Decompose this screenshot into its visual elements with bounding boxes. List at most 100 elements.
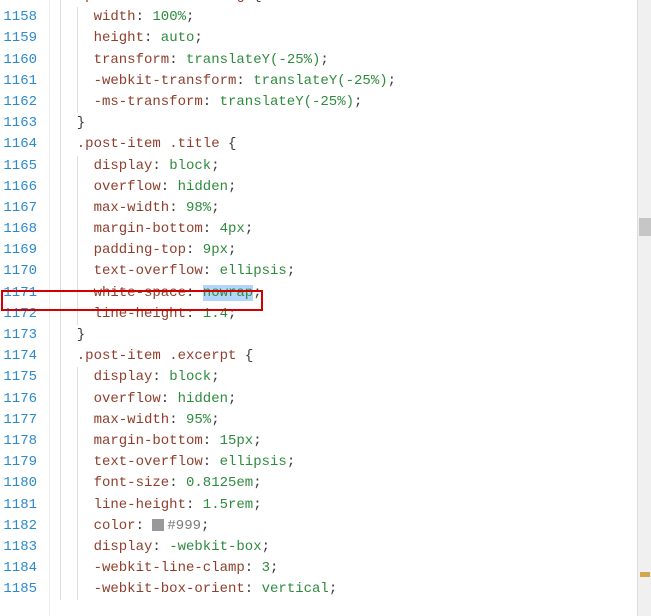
code-area[interactable]: .post-item .thum img {width: 100%;height… <box>50 0 651 616</box>
code-line[interactable]: transform: translateY(-25%); <box>60 50 651 71</box>
code-line[interactable]: text-overflow: ellipsis; <box>60 452 651 473</box>
token: hidden <box>178 179 228 195</box>
line-number: 1163 <box>0 113 37 134</box>
token: 100% <box>152 9 186 25</box>
token: max-width <box>94 412 170 428</box>
token: : <box>152 539 169 555</box>
code-line[interactable]: height: auto; <box>60 28 651 49</box>
code-line[interactable]: overflow: hidden; <box>60 177 651 198</box>
token: ; <box>228 179 236 195</box>
code-line[interactable]: display: -webkit-box; <box>60 537 651 558</box>
token: ; <box>262 539 270 555</box>
vertical-scrollbar[interactable] <box>637 0 651 616</box>
token: } <box>77 115 85 131</box>
code-line[interactable]: font-size: 0.8125em; <box>60 473 651 494</box>
token: overflow <box>94 391 161 407</box>
code-line[interactable]: margin-bottom: 15px; <box>60 431 651 452</box>
token: ; <box>211 200 219 216</box>
token: : <box>161 179 178 195</box>
code-line[interactable]: overflow: hidden; <box>60 389 651 410</box>
token: margin-bottom <box>94 221 203 237</box>
scrollbar-thumb[interactable] <box>639 218 651 236</box>
code-line[interactable]: white-space: nowrap; <box>60 283 651 304</box>
line-number: 1176 <box>0 389 37 410</box>
token: ; <box>186 9 194 25</box>
line-number: 1161 <box>0 71 37 92</box>
line-number: 1160 <box>0 50 37 71</box>
token: ellipsis <box>220 263 287 279</box>
code-line[interactable]: padding-top: 9px; <box>60 240 651 261</box>
token: : <box>161 391 178 407</box>
token: line-height <box>94 497 186 513</box>
code-line[interactable]: max-width: 95%; <box>60 410 651 431</box>
token: : <box>203 433 220 449</box>
code-line[interactable]: margin-bottom: 4px; <box>60 219 651 240</box>
code-line[interactable]: .post-item .excerpt { <box>60 346 651 367</box>
line-number: 1178 <box>0 431 37 452</box>
token: : <box>186 497 203 513</box>
scrollbar-marker <box>640 572 650 577</box>
code-line[interactable]: .post-item .thum img { <box>60 0 651 7</box>
code-line[interactable]: -webkit-transform: translateY(-25%); <box>60 71 651 92</box>
line-number: 1181 <box>0 495 37 516</box>
code-line[interactable]: width: 100%; <box>60 7 651 28</box>
line-number: 1172 <box>0 304 37 325</box>
token: .post-item .title <box>77 136 228 152</box>
code-line[interactable]: -ms-transform: translateY(-25%); <box>60 92 651 113</box>
code-line[interactable]: display: block; <box>60 367 651 388</box>
code-line[interactable]: } <box>60 325 651 346</box>
token: .post-item .thum img <box>77 0 253 4</box>
code-line[interactable]: text-overflow: ellipsis; <box>60 261 651 282</box>
token: : <box>169 200 186 216</box>
line-number: 1168 <box>0 219 37 240</box>
token: ellipsis <box>220 454 287 470</box>
token: display <box>94 369 153 385</box>
token: margin-bottom <box>94 433 203 449</box>
code-line[interactable]: max-width: 98%; <box>60 198 651 219</box>
token: translateY(-25%) <box>220 94 354 110</box>
token: : <box>203 221 220 237</box>
token: display <box>94 158 153 174</box>
token: : <box>152 369 169 385</box>
code-editor[interactable]: 1157115811591160116111621163116411651166… <box>0 0 651 616</box>
code-line[interactable]: -webkit-box-orient: vertical; <box>60 579 651 600</box>
code-line[interactable]: .post-item .title { <box>60 134 651 155</box>
code-line[interactable]: line-height: 1.5rem; <box>60 495 651 516</box>
token: : <box>203 94 220 110</box>
code-line[interactable]: line-height: 1.4; <box>60 304 651 325</box>
line-number: 1179 <box>0 452 37 473</box>
token: display <box>94 539 153 555</box>
line-number: 1177 <box>0 410 37 431</box>
token: } <box>77 327 85 343</box>
code-line[interactable]: color: #999; <box>60 516 651 537</box>
token: #999 <box>167 518 201 534</box>
token: max-width <box>94 200 170 216</box>
line-number: 1175 <box>0 367 37 388</box>
token: font-size <box>94 475 170 491</box>
line-number-gutter: 1157115811591160116111621163116411651166… <box>0 0 50 616</box>
line-number: 1165 <box>0 156 37 177</box>
token: 1.5rem <box>203 497 253 513</box>
token: 4px <box>220 221 245 237</box>
line-number: 1170 <box>0 261 37 282</box>
token: : <box>136 9 153 25</box>
token: ; <box>211 369 219 385</box>
code-line[interactable]: -webkit-line-clamp: 3; <box>60 558 651 579</box>
token: ; <box>253 475 261 491</box>
token: : <box>203 263 220 279</box>
token: text-overflow <box>94 454 203 470</box>
line-number: 1158 <box>0 7 37 28</box>
token: -webkit-box-orient <box>94 581 245 597</box>
token: { <box>228 136 236 152</box>
line-number: 1174 <box>0 346 37 367</box>
token: ; <box>253 285 261 301</box>
token: 3 <box>262 560 270 576</box>
code-line[interactable]: } <box>60 113 651 134</box>
token: ; <box>354 94 362 110</box>
token: : <box>169 475 186 491</box>
token: ; <box>228 306 236 322</box>
token: ; <box>245 221 253 237</box>
code-line[interactable]: display: block; <box>60 156 651 177</box>
token: 98% <box>186 200 211 216</box>
token: 1.4 <box>203 306 228 322</box>
